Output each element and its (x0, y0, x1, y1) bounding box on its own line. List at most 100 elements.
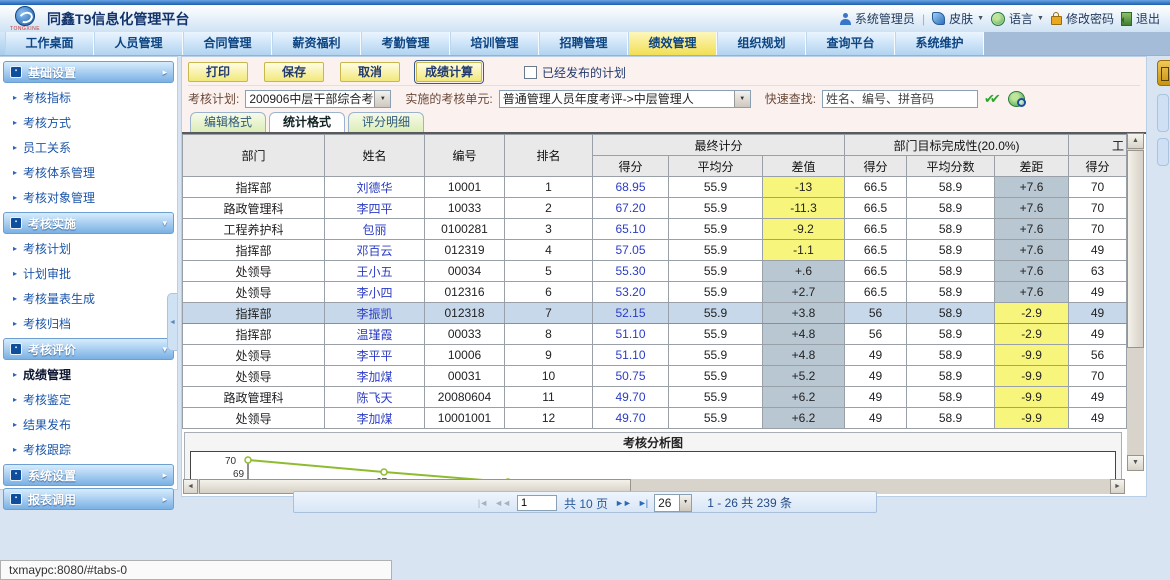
table-row[interactable]: 处领导王小五00034555.3055.9+.666.558.9+7.663 (183, 261, 1127, 282)
table-row[interactable]: 处领导李平平10006951.1055.9+4.84958.9-9.956 (183, 345, 1127, 366)
last-page-icon[interactable]: ►| (638, 498, 647, 508)
sidebar-item[interactable]: ▸员工关系 (0, 135, 177, 160)
confirm-check-icon[interactable]: ✔✔ (984, 91, 1002, 107)
column-group-header[interactable]: 部门目标完成性(20.0%) (845, 135, 1069, 156)
column-subheader[interactable]: 差值 (763, 156, 845, 177)
name-cell[interactable]: 王小五 (325, 261, 425, 282)
column-header[interactable]: 编号 (425, 135, 505, 177)
table-row[interactable]: 处领导李小四012316653.2055.9+2.766.558.9+7.649 (183, 282, 1127, 303)
view-tab[interactable]: 评分明细 (348, 112, 424, 132)
sidebar-item[interactable]: ▸考核计划 (0, 236, 177, 261)
sidebar-collapse-handle[interactable]: ◄ (167, 293, 177, 351)
sidebar-group-header[interactable]: ▪考核实施▾ (3, 212, 174, 234)
nav-tab[interactable]: 查询平台 (806, 32, 895, 55)
edge-panel-pill[interactable] (1157, 94, 1169, 132)
table-row[interactable]: 指挥部李振凯012318752.1555.9+3.85658.9-2.949 (183, 303, 1127, 324)
sidebar-item[interactable]: ▸考核方式 (0, 110, 177, 135)
nav-tab[interactable]: 合同管理 (183, 32, 272, 55)
collapsed-side-tab[interactable] (1157, 60, 1170, 86)
table-row[interactable]: 指挥部温瑾霞00033851.1055.9+4.85658.9-2.949 (183, 324, 1127, 345)
sidebar-item[interactable]: ▸结果发布 (0, 412, 177, 437)
name-cell[interactable]: 陈飞天 (325, 387, 425, 408)
sidebar-group-header[interactable]: ▪报表调用▸ (3, 488, 174, 510)
score-calculate-button[interactable]: 成绩计算 (416, 62, 482, 82)
unit-select[interactable]: 普通管理人员年度考评->中层管理人 ▼ (499, 90, 751, 108)
scroll-left-icon[interactable]: ◄ (183, 479, 198, 494)
name-cell[interactable]: 李振凯 (325, 303, 425, 324)
column-group-header[interactable]: 工 (1069, 135, 1127, 156)
name-cell[interactable]: 李加煤 (325, 408, 425, 429)
sidebar-item[interactable]: ▸考核跟踪 (0, 437, 177, 462)
nav-tab[interactable]: 绩效管理 (628, 32, 717, 55)
quick-search-input[interactable] (822, 90, 978, 108)
print-button[interactable]: 打印 (188, 62, 248, 82)
table-row[interactable]: 处领导李加煤100010011249.7055.9+6.24958.9-9.94… (183, 408, 1127, 429)
search-globe-icon[interactable] (1008, 91, 1025, 107)
column-subheader[interactable]: 平均分 (669, 156, 763, 177)
sidebar-item[interactable]: ▸考核归档 (0, 311, 177, 336)
scroll-up-icon[interactable]: ▲ (1127, 133, 1144, 149)
sidebar-item[interactable]: ▸考核量表生成 (0, 286, 177, 311)
change-password-button[interactable]: 修改密码 (1051, 10, 1114, 27)
column-header[interactable]: 排名 (505, 135, 593, 177)
plan-select[interactable]: 200906中层干部综合考评 ▼ (245, 90, 391, 108)
table-row[interactable]: 工程养护科包丽0100281365.1055.9-9.266.558.9+7.6… (183, 219, 1127, 240)
table-row[interactable]: 路政管理科李四平10033267.2055.9-11.366.558.9+7.6… (183, 198, 1127, 219)
sidebar-item[interactable]: ▸考核指标 (0, 85, 177, 110)
name-cell[interactable]: 李平平 (325, 345, 425, 366)
column-header[interactable]: 姓名 (325, 135, 425, 177)
nav-tab[interactable]: 招聘管理 (539, 32, 628, 55)
nav-tab[interactable]: 考勤管理 (361, 32, 450, 55)
scroll-right-icon[interactable]: ► (1110, 479, 1125, 494)
prev-page-icon[interactable]: ◄◄ (494, 498, 510, 508)
skin-menu[interactable]: 皮肤 ▼ (932, 10, 984, 27)
page-number-input[interactable] (517, 495, 557, 511)
cancel-button[interactable]: 取消 (340, 62, 400, 82)
view-tab[interactable]: 统计格式 (269, 112, 345, 132)
name-cell[interactable]: 邓百云 (325, 240, 425, 261)
column-subheader[interactable]: 得分 (593, 156, 669, 177)
view-tab[interactable]: 编辑格式 (190, 112, 266, 132)
published-plan-checkbox[interactable] (524, 66, 537, 79)
first-page-icon[interactable]: |◄ (478, 498, 487, 508)
column-header[interactable]: 部门 (183, 135, 325, 177)
nav-tab[interactable]: 薪资福利 (272, 32, 361, 55)
column-subheader[interactable]: 差距 (995, 156, 1069, 177)
language-menu[interactable]: 语言 ▼ (991, 10, 1044, 27)
name-cell[interactable]: 李小四 (325, 282, 425, 303)
table-vertical-scrollbar[interactable]: ▲ ▼ (1127, 133, 1144, 471)
table-row[interactable]: 路政管理科陈飞天200806041149.7055.9+6.24958.9-9.… (183, 387, 1127, 408)
sidebar-group-header[interactable]: ▪考核评价▾ (3, 338, 174, 360)
name-cell[interactable]: 李加煤 (325, 366, 425, 387)
name-cell[interactable]: 温瑾霞 (325, 324, 425, 345)
sidebar-item[interactable]: ▸计划审批 (0, 261, 177, 286)
nav-tab[interactable]: 培训管理 (450, 32, 539, 55)
nav-tab[interactable]: 系统维护 (895, 32, 984, 55)
table-row[interactable]: 指挥部邓百云012319457.0555.9-1.166.558.9+7.649 (183, 240, 1127, 261)
sidebar-item[interactable]: ▸考核对象管理 (0, 185, 177, 210)
sidebar-group-header[interactable]: ▪基础设置▸ (3, 61, 174, 83)
vertical-scroll-thumb[interactable] (1127, 150, 1144, 348)
next-page-icon[interactable]: ►► (615, 498, 631, 508)
name-cell[interactable]: 刘德华 (325, 177, 425, 198)
page-size-select[interactable]: 26 ▼ (654, 494, 692, 512)
sidebar-item[interactable]: ▸成绩管理 (0, 362, 177, 387)
logout-button[interactable]: 退出 (1121, 10, 1160, 27)
save-button[interactable]: 保存 (264, 62, 324, 82)
sidebar-group-header[interactable]: ▪系统设置▸ (3, 464, 174, 486)
table-row[interactable]: 指挥部刘德华10001168.9555.9-1366.558.9+7.670 (183, 177, 1127, 198)
name-cell[interactable]: 李四平 (325, 198, 425, 219)
column-subheader[interactable]: 平均分数 (907, 156, 995, 177)
column-subheader[interactable]: 得分 (1069, 156, 1127, 177)
nav-tab[interactable]: 人员管理 (94, 32, 183, 55)
edge-panel-pill[interactable] (1157, 138, 1169, 166)
sidebar-item[interactable]: ▸考核鉴定 (0, 387, 177, 412)
column-subheader[interactable]: 得分 (845, 156, 907, 177)
name-cell[interactable]: 包丽 (325, 219, 425, 240)
column-group-header[interactable]: 最终计分 (593, 135, 845, 156)
nav-tab[interactable]: 工作桌面 (5, 32, 94, 55)
sidebar-item[interactable]: ▸考核体系管理 (0, 160, 177, 185)
table-row[interactable]: 处领导李加煤000311050.7555.9+5.24958.9-9.970 (183, 366, 1127, 387)
scroll-down-icon[interactable]: ▼ (1127, 455, 1144, 471)
nav-tab[interactable]: 组织规划 (717, 32, 806, 55)
